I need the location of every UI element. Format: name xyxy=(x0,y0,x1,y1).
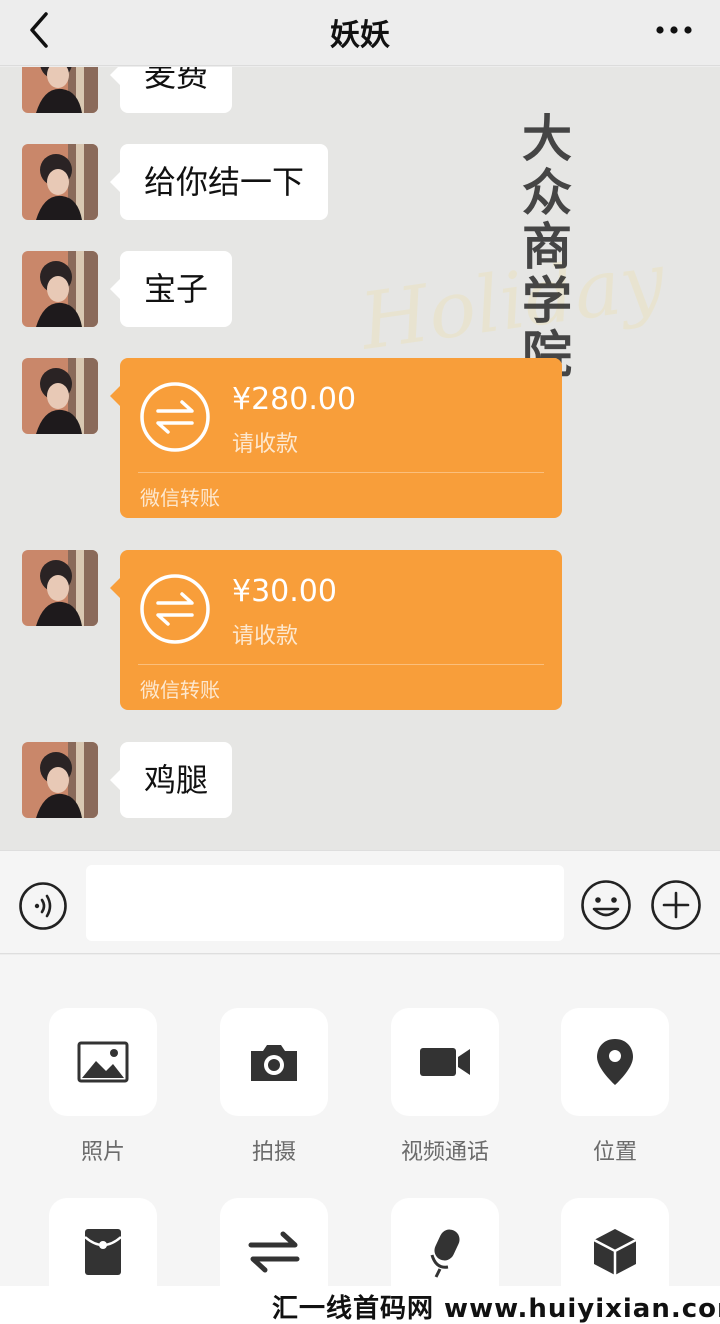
contact-avatar[interactable] xyxy=(22,144,98,220)
transfer-amount: ¥30.00 xyxy=(232,574,337,609)
input-bar xyxy=(0,850,720,954)
tool-camera[interactable]: 拍摄 xyxy=(204,1008,344,1166)
chat-area[interactable]: Holiday 大众商学院 麦费 给你结一下 宝子 ¥280.00 请收款 微信… xyxy=(0,67,720,850)
tool-video-call-label: 视频通话 xyxy=(400,1140,489,1165)
avatar-photo-icon xyxy=(22,67,98,113)
tool-photo[interactable]: 照片 xyxy=(33,1008,173,1166)
message-bubble[interactable]: 宝子 xyxy=(109,251,233,327)
tool-camera-label: 拍摄 xyxy=(251,1140,296,1165)
transfer-card[interactable]: ¥30.00 请收款 微信转账 xyxy=(110,550,562,710)
tools-panel: 照片 拍摄 视频通话 位置 xyxy=(0,955,720,1324)
red-packet-icon xyxy=(84,1229,122,1275)
site-watermark-text: 汇一线首码网 www.huiyixian.com xyxy=(272,1294,720,1324)
transfer-divider xyxy=(138,664,544,665)
tool-location[interactable]: 位置 xyxy=(545,1008,685,1166)
voice-icon xyxy=(19,882,67,930)
tool-video-call[interactable]: 视频通话 xyxy=(375,1008,515,1166)
transfer-status: 请收款 xyxy=(232,624,299,649)
avatar-photo-icon xyxy=(22,742,98,818)
chat-header: 妖妖 xyxy=(0,0,720,66)
tool-video-call-box[interactable] xyxy=(391,1008,499,1116)
more-functions-button[interactable] xyxy=(650,879,702,931)
emoji-button[interactable] xyxy=(580,879,632,931)
location-icon xyxy=(597,1039,633,1085)
transfer-card[interactable]: ¥280.00 请收款 微信转账 xyxy=(110,358,562,518)
transfer-icon xyxy=(248,1231,300,1273)
box-icon xyxy=(593,1229,637,1275)
more-button[interactable] xyxy=(652,8,696,52)
plus-circle-icon xyxy=(651,880,701,930)
avatar-photo-icon xyxy=(22,144,98,220)
background-watermark-text: 大众商学院 xyxy=(522,109,572,384)
microphone-icon xyxy=(430,1229,460,1278)
video-call-icon xyxy=(420,1048,470,1076)
tool-camera-box[interactable] xyxy=(220,1008,328,1116)
message-bubble[interactable]: 麦费 xyxy=(109,67,233,113)
transfer-amount: ¥280.00 xyxy=(232,382,357,417)
contact-avatar[interactable] xyxy=(22,550,98,626)
transfer-icon xyxy=(140,574,210,644)
photo-icon xyxy=(77,1041,129,1083)
tool-photo-label: 照片 xyxy=(80,1140,125,1165)
contact-avatar[interactable] xyxy=(22,742,98,818)
emoji-icon xyxy=(581,880,631,930)
tool-location-label: 位置 xyxy=(592,1140,637,1165)
message-bubble[interactable]: 鸡腿 xyxy=(109,742,233,818)
transfer-footer: 微信转账 xyxy=(140,486,220,510)
camera-icon xyxy=(251,1045,297,1081)
message-input[interactable] xyxy=(86,865,564,941)
transfer-icon xyxy=(140,382,210,452)
site-watermark: 汇一线首码网 www.huiyixian.com xyxy=(0,1286,720,1324)
transfer-footer: 微信转账 xyxy=(140,678,220,702)
avatar-photo-icon xyxy=(22,550,98,626)
contact-avatar[interactable] xyxy=(22,251,98,327)
tool-location-box[interactable] xyxy=(561,1008,669,1116)
voice-button[interactable] xyxy=(18,881,68,931)
contact-avatar[interactable] xyxy=(22,67,98,113)
more-dots-icon xyxy=(656,26,692,34)
avatar-photo-icon xyxy=(22,251,98,327)
contact-avatar[interactable] xyxy=(22,358,98,434)
transfer-status: 请收款 xyxy=(232,432,299,457)
avatar-photo-icon xyxy=(22,358,98,434)
chat-title: 妖妖 xyxy=(330,18,390,53)
message-bubble[interactable]: 给你结一下 xyxy=(109,144,329,220)
tool-photo-box[interactable] xyxy=(49,1008,157,1116)
transfer-divider xyxy=(138,472,544,473)
